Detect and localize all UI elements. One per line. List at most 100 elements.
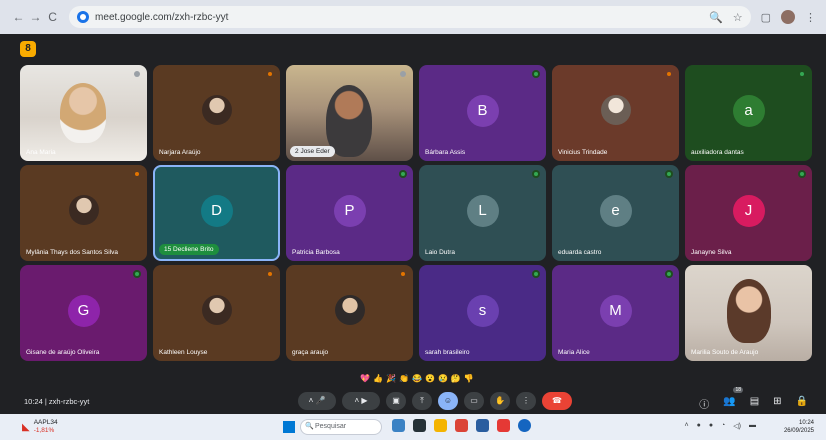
participant-tile[interactable]: B Bárbara Assis <box>419 65 546 161</box>
participant-name: Patricia Barbosa <box>292 249 340 256</box>
activities-icon[interactable]: ⊞ <box>773 396 781 411</box>
participant-name: Vinicius Trindade <box>558 149 608 156</box>
taskbar-clock[interactable]: 10:24 26/09/2025 <box>784 419 814 435</box>
avatar: J <box>732 195 765 227</box>
participant-tile[interactable]: graça araujo <box>286 265 413 361</box>
stock-change: -1,81% <box>33 427 55 434</box>
participant-name: Gisane de araújo Oliveira <box>26 349 100 356</box>
participant-tile[interactable]: Ana Maria <box>20 65 147 161</box>
battery-icon[interactable]: ▬ <box>749 422 756 430</box>
participant-tile[interactable]: Kathleen Louyse <box>153 265 280 361</box>
chevron-up-icon[interactable]: ˄ <box>684 422 688 430</box>
profile-avatar[interactable] <box>781 10 795 24</box>
mic-muted-icon <box>399 270 407 278</box>
laugh-reaction[interactable]: 😂 <box>412 374 422 383</box>
app-icon[interactable] <box>392 419 405 432</box>
mic-icon <box>399 170 407 178</box>
more-options-button[interactable]: ⋮ <box>516 392 536 410</box>
more-icon[interactable] <box>133 70 141 78</box>
participant-tile[interactable]: M Maria Alice <box>552 265 679 361</box>
split-view-icon[interactable]: ▢ <box>761 11 771 24</box>
raise-hand-button[interactable]: ✋ <box>490 392 510 410</box>
share-screen-button[interactable]: ▭ <box>464 392 484 410</box>
participant-name: Kathleen Louyse <box>159 349 208 356</box>
participant-tile[interactable]: e eduarda castro <box>552 165 679 261</box>
chat-icon[interactable]: ▤ <box>750 396 759 411</box>
participant-name-pill: 2 Jose Eder <box>290 146 335 157</box>
app-icon[interactable] <box>518 419 531 432</box>
participant-tile[interactable]: Mylânia Thays dos Santos Silva <box>20 165 147 261</box>
avatar <box>334 295 365 325</box>
clock-time: 10:24 <box>798 420 814 426</box>
search-icon: 🔍 <box>305 423 314 430</box>
mic-icon <box>665 270 673 278</box>
end-call-button[interactable]: ☎ <box>542 392 572 410</box>
info-icon[interactable]: ⓘ <box>699 396 709 411</box>
clap-reaction[interactable]: 👏 <box>399 374 409 383</box>
app-icon[interactable] <box>497 419 510 432</box>
forward-icon[interactable]: → <box>27 10 44 24</box>
avatar: a <box>732 95 765 127</box>
host-controls-icon[interactable]: 🔒 <box>796 396 808 411</box>
participant-name: Jose Eder <box>300 148 330 155</box>
sad-reaction[interactable]: 😢 <box>438 374 448 383</box>
side-panel-buttons: ⓘ 👥 ▤ ⊞ 🔒 <box>699 396 808 411</box>
thinking-reaction[interactable]: 🤔 <box>451 374 461 383</box>
participant-tile[interactable]: L Laio Dutra <box>419 165 546 261</box>
participant-tile[interactable]: J Janayne Silva <box>685 165 812 261</box>
meet-logo-icon: 8 <box>20 41 36 57</box>
back-icon[interactable]: ← <box>10 10 27 24</box>
party-reaction[interactable]: 🎉 <box>386 374 396 383</box>
mic-icon <box>798 170 806 178</box>
thumbs-down-reaction[interactable]: 👎 <box>464 374 474 383</box>
address-bar[interactable]: meet.google.com/zxh-rzbc-yyt 🔍 ☆ <box>69 6 751 28</box>
camera-toggle-button[interactable]: ˄ ▶ <box>342 392 380 410</box>
wifi-icon[interactable]: ◔ <box>721 422 725 430</box>
url-text: meet.google.com/zxh-rzbc-yyt <box>95 11 229 23</box>
thumbs-up-reaction[interactable]: 👍 <box>373 374 383 383</box>
participant-name: sarah brasileiro <box>425 349 470 356</box>
bookmark-star-icon[interactable]: ☆ <box>733 11 743 24</box>
stock-widget[interactable]: ◣ AAPL34 -1,81% <box>22 419 58 435</box>
participant-tile[interactable]: G Gisane de araújo Oliveira <box>20 265 147 361</box>
participant-tile[interactable]: Narjara Araújo <box>153 65 280 161</box>
file-explorer-icon[interactable] <box>434 419 447 432</box>
pill-count: 15 <box>164 246 172 253</box>
participant-tile[interactable]: P Patricia Barbosa <box>286 165 413 261</box>
zoom-icon[interactable]: 🔍 <box>709 11 723 24</box>
mic-toggle-button[interactable]: ˄ 🎤 <box>298 392 336 410</box>
windows-start-icon[interactable] <box>283 421 295 433</box>
people-icon[interactable]: 👥 <box>723 396 735 411</box>
tray-app-icon[interactable]: ● <box>697 422 701 430</box>
mic-icon <box>798 70 806 78</box>
heart-reaction[interactable]: 💖 <box>360 374 370 383</box>
participant-tile-speaking[interactable]: D 15 Decliene Brito <box>153 165 280 261</box>
stock-info: AAPL34 -1,81% <box>34 419 58 435</box>
participant-tile[interactable]: Marilia Souto de Araujo <box>685 265 812 361</box>
avatar: P <box>333 195 366 227</box>
meeting-details: 10:24 | zxh-rzbc-yyt <box>24 397 89 406</box>
captions-button[interactable]: ▣ <box>386 392 406 410</box>
avatar: G <box>67 295 100 327</box>
volume-icon[interactable]: ◁) <box>733 422 741 430</box>
more-icon[interactable] <box>399 70 407 78</box>
site-info-icon[interactable] <box>77 11 90 23</box>
participant-tile[interactable]: s sarah brasileiro <box>419 265 546 361</box>
participant-tile[interactable]: 2 Jose Eder <box>286 65 413 161</box>
chrome-icon[interactable] <box>455 419 468 432</box>
stock-down-icon: ◣ <box>22 421 30 433</box>
surprised-reaction[interactable]: 😮 <box>425 374 435 383</box>
tray-app-icon[interactable]: ● <box>709 422 713 430</box>
emoji-reaction-button[interactable]: ☺ <box>438 392 458 410</box>
participant-tile[interactable]: Vinicius Trindade <box>552 65 679 161</box>
mic-muted-icon <box>665 70 673 78</box>
mic-icon <box>532 70 540 78</box>
present-button[interactable]: ⤒ <box>412 392 432 410</box>
reload-icon[interactable]: C <box>44 10 61 24</box>
word-icon[interactable] <box>476 419 489 432</box>
task-view-icon[interactable] <box>413 419 426 432</box>
taskbar-search[interactable]: 🔍 Pesquisar <box>300 419 382 435</box>
participant-tile[interactable]: a auxiliadora dantas <box>685 65 812 161</box>
call-controls-bar: 💖 👍 🎉 👏 😂 😮 😢 🤔 👎 10:24 | zxh-rzbc-yyt ˄… <box>0 374 826 414</box>
menu-kebab-icon[interactable]: ⋮ <box>805 11 816 24</box>
